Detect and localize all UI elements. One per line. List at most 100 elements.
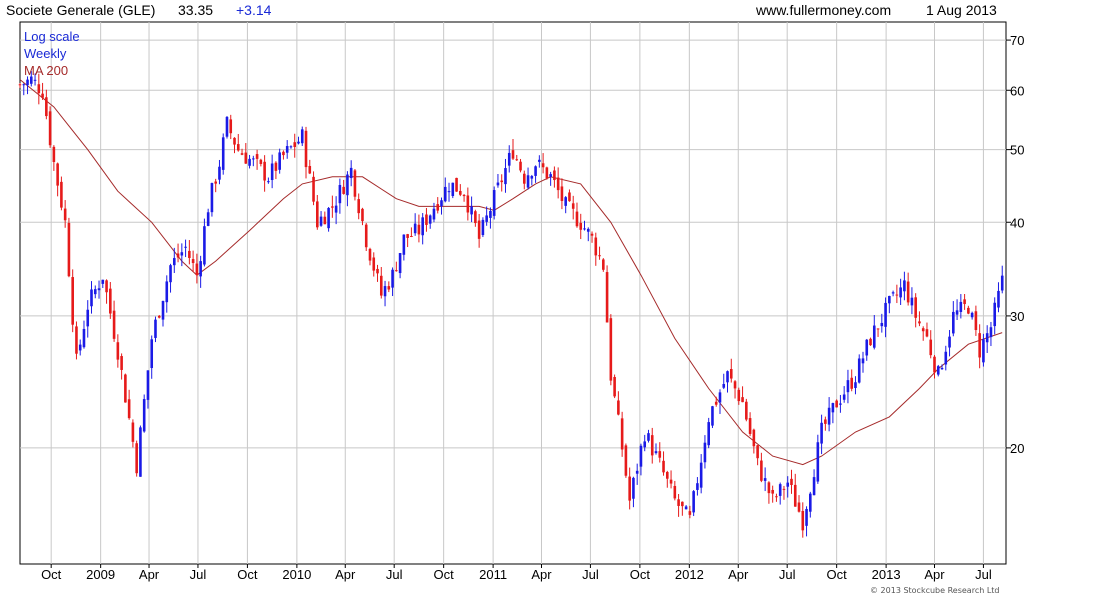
candle bbox=[410, 227, 413, 238]
candle bbox=[748, 412, 752, 437]
candle bbox=[665, 470, 669, 488]
candle bbox=[112, 300, 116, 342]
candle bbox=[993, 297, 997, 335]
price-chart: 203040506070 Oct 2009 Apr Jul Oct 2010 Apr Jul O… bbox=[18, 21, 1024, 582]
candle bbox=[199, 255, 202, 288]
x-tick-label: Apr bbox=[335, 567, 356, 582]
candle bbox=[872, 314, 876, 350]
x-tick-label: Oct bbox=[237, 567, 258, 582]
candle bbox=[910, 287, 914, 315]
candle bbox=[801, 502, 805, 538]
candle bbox=[451, 182, 455, 199]
candle bbox=[933, 355, 936, 379]
candle bbox=[628, 467, 631, 510]
candle bbox=[218, 159, 221, 185]
candle bbox=[692, 490, 695, 517]
x-tick-label: Apr bbox=[139, 567, 160, 582]
candle bbox=[297, 136, 300, 145]
candle bbox=[63, 200, 67, 228]
candle bbox=[109, 282, 112, 319]
candlesticks bbox=[18, 70, 1004, 538]
candle bbox=[440, 197, 443, 215]
candle bbox=[846, 369, 850, 404]
candle bbox=[455, 177, 458, 192]
x-tick-label: 2012 bbox=[675, 567, 704, 582]
candle bbox=[504, 158, 507, 193]
candle bbox=[417, 214, 421, 243]
candle bbox=[142, 394, 146, 433]
candle bbox=[364, 222, 368, 252]
candle bbox=[379, 267, 383, 299]
candle bbox=[684, 505, 688, 510]
x-axis: Oct 2009 Apr Jul Oct 2010 Apr Jul Oct 2011 Apr Jul O… bbox=[41, 564, 992, 582]
candle bbox=[18, 82, 22, 88]
candle bbox=[571, 195, 575, 220]
candle bbox=[515, 154, 519, 161]
candle bbox=[86, 300, 90, 338]
candle bbox=[312, 171, 315, 206]
candle bbox=[474, 209, 477, 227]
candle bbox=[936, 364, 940, 377]
candle bbox=[428, 214, 432, 229]
candle bbox=[594, 232, 598, 266]
candle bbox=[323, 211, 327, 225]
candle bbox=[662, 451, 665, 476]
candle bbox=[556, 167, 560, 199]
candle bbox=[116, 334, 120, 368]
candle bbox=[353, 169, 357, 201]
candle bbox=[56, 162, 59, 197]
candle bbox=[383, 280, 387, 307]
candle bbox=[654, 443, 658, 455]
candle bbox=[970, 311, 974, 320]
candle bbox=[997, 282, 1000, 313]
candle bbox=[210, 182, 214, 217]
candle bbox=[372, 252, 376, 277]
candle bbox=[90, 281, 93, 314]
candle bbox=[75, 321, 78, 360]
candle bbox=[876, 328, 880, 337]
candle bbox=[263, 155, 266, 192]
candle bbox=[443, 177, 447, 203]
candle bbox=[489, 207, 492, 229]
candle bbox=[327, 207, 330, 232]
y-tick-label: 50 bbox=[1010, 143, 1024, 158]
x-tick-label: Jul bbox=[779, 567, 796, 582]
candle bbox=[93, 285, 97, 299]
candle bbox=[229, 114, 233, 140]
candle bbox=[165, 275, 169, 313]
candle bbox=[613, 374, 616, 399]
x-tick-label: Apr bbox=[924, 567, 945, 582]
candle bbox=[703, 435, 707, 469]
candle bbox=[203, 218, 206, 267]
candle bbox=[718, 389, 722, 414]
candle bbox=[880, 313, 884, 333]
candle bbox=[650, 427, 654, 464]
candle bbox=[172, 247, 176, 274]
x-tick-label: Oct bbox=[434, 567, 455, 582]
candle bbox=[259, 158, 263, 167]
candle bbox=[368, 247, 372, 266]
candle bbox=[831, 402, 835, 424]
candle bbox=[37, 73, 41, 105]
candle bbox=[809, 491, 812, 518]
candle bbox=[812, 469, 816, 496]
candle bbox=[289, 145, 293, 149]
candle bbox=[244, 143, 248, 164]
candle bbox=[944, 345, 948, 371]
candle bbox=[643, 434, 647, 452]
x-tick-label: Jul bbox=[975, 567, 992, 582]
candle bbox=[45, 89, 48, 120]
y-tick-label: 20 bbox=[1010, 441, 1024, 456]
candle bbox=[963, 293, 966, 310]
candle bbox=[308, 159, 312, 175]
candle bbox=[139, 425, 142, 477]
candle bbox=[300, 126, 304, 147]
candle bbox=[568, 189, 571, 202]
candle bbox=[974, 305, 978, 336]
candle bbox=[184, 239, 187, 258]
candle bbox=[41, 82, 44, 100]
candle bbox=[854, 376, 857, 395]
candle bbox=[835, 399, 838, 408]
candle bbox=[500, 174, 504, 192]
candle bbox=[522, 170, 526, 190]
